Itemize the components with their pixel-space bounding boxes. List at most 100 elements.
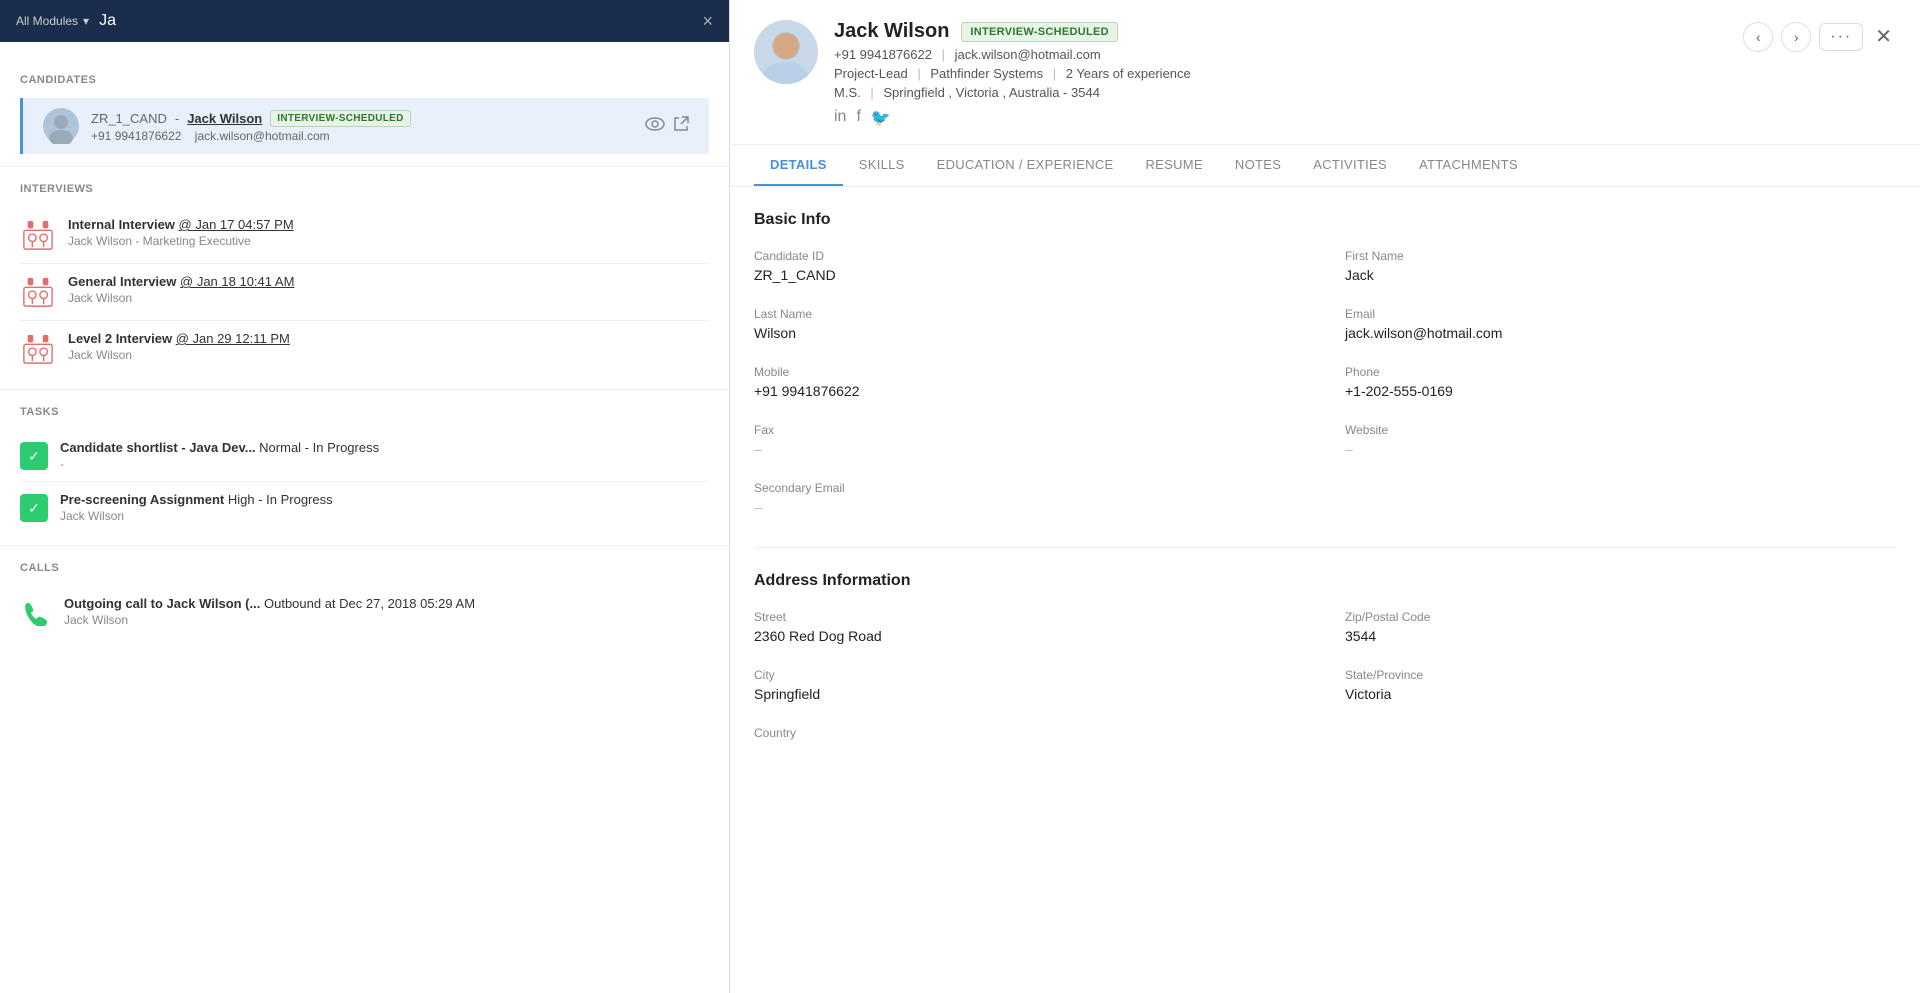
fax-value: –	[754, 441, 1305, 457]
clear-search-button[interactable]: ×	[702, 12, 713, 30]
tab-details[interactable]: DETAILS	[754, 145, 843, 186]
interview-subtitle: Jack Wilson - Marketing Executive	[68, 234, 709, 248]
interview-item[interactable]: Level 2 Interview @ Jan 29 12:11 PM Jack…	[20, 321, 709, 377]
website-label: Website	[1345, 423, 1896, 437]
candidate-id: ZR_1_CAND	[91, 111, 167, 126]
candidates-section: CANDIDATES ZR_1_CAND - Jack Wilson INTER…	[0, 74, 729, 154]
call-item[interactable]: Outgoing call to Jack Wilson (... Outbou…	[20, 586, 709, 638]
state-field: State/Province Victoria	[1345, 668, 1896, 702]
phone-label: Phone	[1345, 365, 1896, 379]
email-label: Email	[1345, 307, 1896, 321]
more-options-button[interactable]: ···	[1819, 23, 1863, 51]
address-info-heading: Address Information	[754, 572, 1896, 590]
secondary-email-value: –	[754, 499, 1896, 515]
interview-date: @ Jan 17 04:57 PM	[179, 217, 294, 232]
first-name-value: Jack	[1345, 267, 1896, 283]
profile-meta: Project-Lead | Pathfinder Systems | 2 Ye…	[834, 66, 1727, 81]
task-item[interactable]: ✓ Candidate shortlist - Java Dev... Norm…	[20, 430, 709, 482]
tasks-section-label: TASKS	[20, 406, 709, 418]
interview-subtitle: Jack Wilson	[68, 348, 709, 362]
tab-attachments[interactable]: ATTACHMENTS	[1403, 145, 1534, 186]
interview-date: @ Jan 18 10:41 AM	[180, 274, 294, 289]
secondary-email-field: Secondary Email –	[754, 481, 1896, 515]
previous-button[interactable]: ‹	[1743, 22, 1773, 52]
call-subtitle: Jack Wilson	[64, 613, 709, 627]
right-panel: Jack Wilson INTERVIEW-SCHEDULED +91 9941…	[730, 0, 1920, 993]
candidate-id-value: ZR_1_CAND	[754, 267, 1305, 283]
tab-skills[interactable]: SKILLS	[843, 145, 921, 186]
chevron-down-icon: ▾	[83, 14, 89, 28]
search-input[interactable]	[99, 12, 692, 30]
street-field: Street 2360 Red Dog Road	[754, 610, 1305, 644]
task-subtitle: -	[60, 457, 709, 471]
task-content: Pre-screening Assignment High - In Progr…	[60, 492, 709, 523]
basic-info-grid: Candidate ID ZR_1_CAND First Name Jack L…	[754, 249, 1896, 515]
candidate-item[interactable]: ZR_1_CAND - Jack Wilson INTERVIEW-SCHEDU…	[20, 98, 709, 154]
facebook-icon[interactable]: f	[856, 108, 860, 128]
task-icon: ✓	[20, 442, 48, 470]
task-meta: High - In Progress	[228, 492, 333, 507]
tasks-section: TASKS ✓ Candidate shortlist - Java Dev..…	[0, 406, 729, 533]
call-content: Outgoing call to Jack Wilson (... Outbou…	[64, 596, 709, 627]
last-name-field: Last Name Wilson	[754, 307, 1305, 341]
avatar	[43, 108, 79, 144]
interview-item[interactable]: General Interview @ Jan 18 10:41 AM Jack…	[20, 264, 709, 321]
interview-item[interactable]: Internal Interview @ Jan 17 04:57 PM Jac…	[20, 207, 709, 264]
city-value: Springfield	[754, 686, 1305, 702]
details-content: Basic Info Candidate ID ZR_1_CAND First …	[730, 187, 1920, 993]
website-field: Website –	[1345, 423, 1896, 457]
country-field: Country	[754, 726, 1305, 744]
tab-education[interactable]: EDUCATION / EXPERIENCE	[921, 145, 1130, 186]
tab-resume[interactable]: RESUME	[1129, 145, 1218, 186]
candidate-name: Jack Wilson	[187, 111, 262, 126]
twitter-icon[interactable]: 🐦	[871, 108, 891, 128]
linkedin-icon[interactable]: in	[834, 108, 846, 128]
call-title: Outgoing call to Jack Wilson (...	[64, 596, 260, 611]
interview-content: Internal Interview @ Jan 17 04:57 PM Jac…	[68, 217, 709, 248]
task-title: Candidate shortlist - Java Dev...	[60, 440, 256, 455]
search-results: CANDIDATES ZR_1_CAND - Jack Wilson INTER…	[0, 42, 729, 993]
website-value: –	[1345, 441, 1896, 457]
phone-icon	[20, 596, 52, 628]
country-label: Country	[754, 726, 1305, 740]
profile-location: M.S. | Springfield , Victoria , Australi…	[834, 85, 1727, 100]
last-name-label: Last Name	[754, 307, 1305, 321]
next-button[interactable]: ›	[1781, 22, 1811, 52]
mobile-field: Mobile +91 9941876622	[754, 365, 1305, 399]
mobile-value: +91 9941876622	[754, 383, 1305, 399]
state-label: State/Province	[1345, 668, 1896, 682]
call-detail: Outbound at Dec 27, 2018 05:29 AM	[264, 596, 475, 611]
interviews-section-label: INTERVIEWS	[20, 183, 709, 195]
phone-value: +1-202-555-0169	[1345, 383, 1896, 399]
tab-notes[interactable]: NOTES	[1219, 145, 1297, 186]
candidate-id-label: Candidate ID	[754, 249, 1305, 263]
address-info-grid: Street 2360 Red Dog Road Zip/Postal Code…	[754, 610, 1896, 744]
email-field: Email jack.wilson@hotmail.com	[1345, 307, 1896, 341]
interview-subtitle: Jack Wilson	[68, 291, 709, 305]
state-value: Victoria	[1345, 686, 1896, 702]
task-icon: ✓	[20, 494, 48, 522]
profile-info: Jack Wilson INTERVIEW-SCHEDULED +91 9941…	[834, 20, 1727, 128]
task-item[interactable]: ✓ Pre-screening Assignment High - In Pro…	[20, 482, 709, 533]
social-icons: in f 🐦	[834, 108, 1727, 128]
profile-status-badge: INTERVIEW-SCHEDULED	[961, 22, 1118, 42]
avatar	[754, 20, 818, 84]
phone-field: Phone +1-202-555-0169	[1345, 365, 1896, 399]
interview-title: General Interview	[68, 274, 176, 289]
first-name-field: First Name Jack	[1345, 249, 1896, 283]
interviews-section: INTERVIEWS Internal In	[0, 183, 729, 377]
close-button[interactable]: ✕	[1871, 20, 1896, 53]
secondary-email-label: Secondary Email	[754, 481, 1896, 495]
header-actions: ‹ › ··· ✕	[1743, 20, 1896, 53]
search-bar: All Modules ▾ ×	[0, 0, 729, 42]
profile-contact: +91 9941876622 | jack.wilson@hotmail.com	[834, 47, 1727, 62]
interview-status-badge: INTERVIEW-SCHEDULED	[270, 110, 410, 127]
profile-header: Jack Wilson INTERVIEW-SCHEDULED +91 9941…	[730, 0, 1920, 145]
view-candidate-button[interactable]	[645, 116, 665, 137]
open-candidate-button[interactable]	[673, 116, 689, 137]
module-selector[interactable]: All Modules ▾	[16, 14, 89, 28]
interview-title: Internal Interview	[68, 217, 175, 232]
task-meta: Normal - In Progress	[259, 440, 379, 455]
tab-activities[interactable]: ACTIVITIES	[1297, 145, 1403, 186]
interview-icon	[20, 217, 56, 253]
